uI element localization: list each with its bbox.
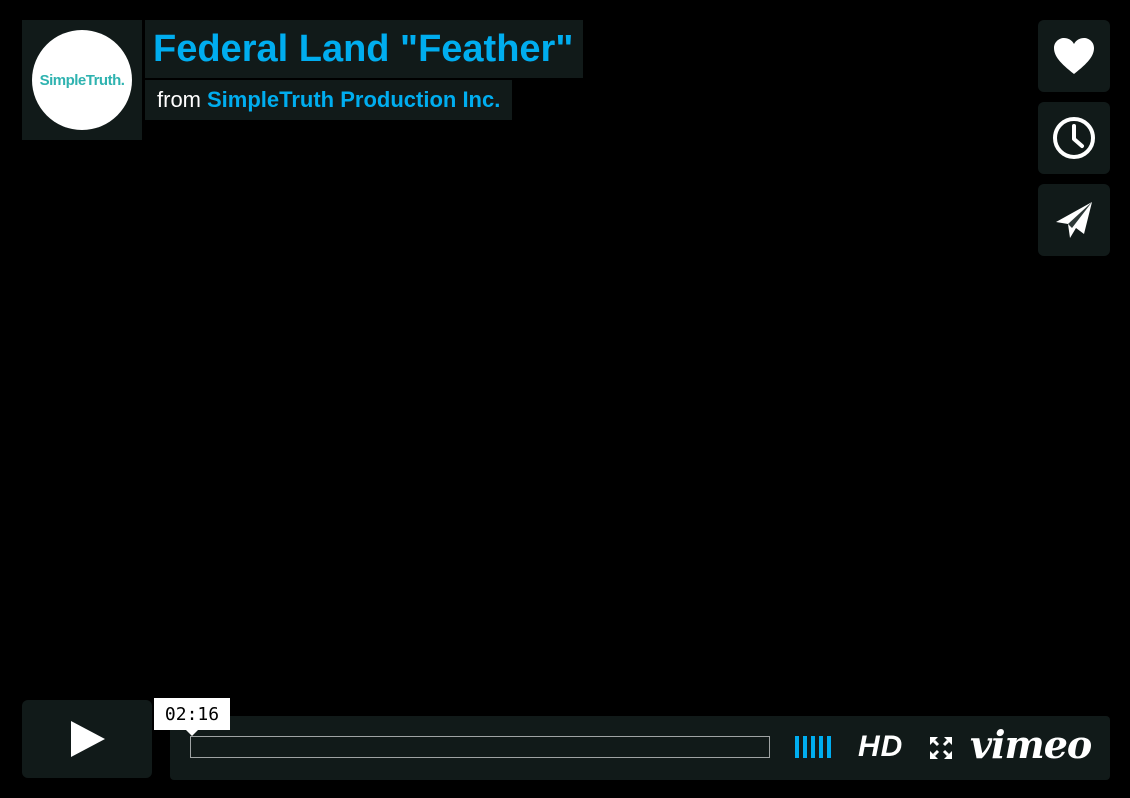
play-icon xyxy=(71,721,105,757)
title-header[interactable]: Federal Land "Feather" xyxy=(145,20,584,78)
volume-bar xyxy=(819,736,823,758)
play-button[interactable] xyxy=(22,700,152,778)
play-bar: HD vimeo xyxy=(170,716,1110,780)
volume-bar xyxy=(803,736,807,758)
volume-bar xyxy=(811,736,815,758)
paper-plane-icon xyxy=(1056,202,1092,238)
volume-bar xyxy=(827,736,831,758)
fullscreen-icon[interactable] xyxy=(928,735,954,761)
watch-later-button[interactable] xyxy=(1038,102,1110,174)
owner-portrait[interactable]: SimpleTruth. xyxy=(22,20,142,140)
progress-bar[interactable] xyxy=(190,736,770,758)
timecode: 02:16 xyxy=(154,698,230,736)
vimeo-logo[interactable]: vimeo xyxy=(970,722,1092,767)
video-title[interactable]: Federal Land "Feather" xyxy=(153,28,573,71)
owner-link[interactable]: SimpleTruth Production Inc. xyxy=(207,87,500,113)
video-player[interactable]: SimpleTruth. Federal Land "Feather" from… xyxy=(0,0,1130,798)
byline-prefix: from xyxy=(157,87,201,112)
byline: from SimpleTruth Production Inc. xyxy=(145,80,513,120)
like-button[interactable] xyxy=(1038,20,1110,92)
avatar-logo-text: SimpleTruth. xyxy=(39,71,125,89)
volume-bar xyxy=(795,736,799,758)
clock-icon xyxy=(1053,117,1095,159)
volume-control[interactable] xyxy=(795,736,831,758)
heart-icon xyxy=(1054,38,1094,74)
avatar: SimpleTruth. xyxy=(32,30,132,130)
share-button[interactable] xyxy=(1038,184,1110,256)
hd-button[interactable]: HD xyxy=(858,730,903,764)
